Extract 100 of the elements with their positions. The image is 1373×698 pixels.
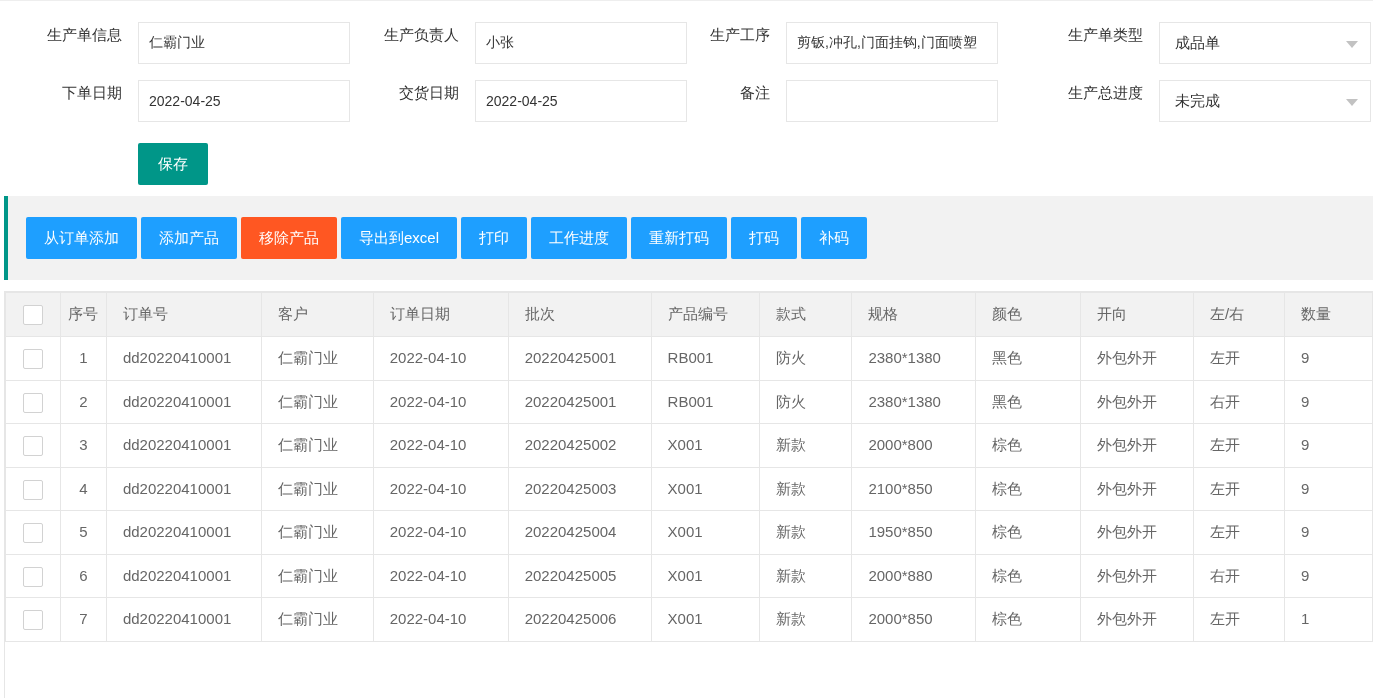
table-cell: 左开	[1193, 597, 1285, 641]
toolbar-button[interactable]: 打码	[731, 217, 798, 259]
table-cell: 棕色	[975, 597, 1081, 641]
table-cell: X001	[651, 510, 760, 554]
table-cell: 仁霸门业	[261, 380, 374, 424]
column-header: 开向	[1080, 292, 1194, 337]
toolbar-button[interactable]: 打印	[461, 217, 528, 259]
toolbar-button[interactable]: 导出到excel	[341, 217, 458, 259]
table-cell: 9	[1284, 336, 1373, 380]
column-header: 订单日期	[373, 292, 509, 337]
checkbox[interactable]	[22, 305, 43, 326]
table-cell: 右开	[1193, 554, 1285, 598]
table-cell: 20220425006	[508, 597, 652, 641]
table-cell: 2000*850	[851, 597, 976, 641]
table-cell: 左开	[1193, 336, 1285, 380]
table-cell: X001	[651, 423, 760, 467]
table-cell: 20220425001	[508, 336, 652, 380]
table-cell: 黑色	[975, 336, 1081, 380]
table-cell: RB001	[651, 380, 760, 424]
toolbar-button[interactable]: 移除产品	[241, 217, 337, 259]
table-cell: 2380*1380	[851, 380, 976, 424]
column-header: 客户	[261, 292, 374, 337]
toolbar-button[interactable]: 重新打码	[631, 217, 728, 259]
select-field[interactable]: 成品单	[1159, 22, 1371, 64]
field-label: 备注	[739, 83, 771, 103]
checkbox[interactable]	[22, 349, 43, 370]
input-field[interactable]: 仁霸门业	[138, 22, 350, 64]
caret-icon	[1346, 41, 1358, 48]
table-cell: 左开	[1193, 423, 1285, 467]
table-cell: 左开	[1193, 467, 1285, 511]
checkbox[interactable]	[22, 479, 43, 500]
table-cell: 棕色	[975, 423, 1081, 467]
table-cell: 外包外开	[1080, 467, 1194, 511]
table-cell: 外包外开	[1080, 597, 1194, 641]
toolbar-button[interactable]: 从订单添加	[26, 217, 137, 259]
table-cell: 棕色	[975, 510, 1081, 554]
input-field[interactable]: 2022-04-25	[475, 80, 687, 122]
field-label: 交货日期	[398, 83, 460, 103]
column-header: 批次	[508, 292, 652, 337]
table-cell: 6	[60, 554, 107, 598]
table-cell: 2022-04-10	[373, 423, 509, 467]
table-cell: 2022-04-10	[373, 467, 509, 511]
input-field[interactable]	[786, 80, 998, 122]
table-cell: 防火	[760, 336, 852, 380]
table-cell: 外包外开	[1080, 423, 1194, 467]
table-cell: 20220425002	[508, 423, 652, 467]
table-cell: 9	[1284, 554, 1373, 598]
table-cell: 新款	[760, 597, 852, 641]
table-cell: 20220425003	[508, 467, 652, 511]
toolbar-button[interactable]: 添加产品	[141, 217, 237, 259]
table-cell: 棕色	[975, 467, 1081, 511]
checkbox[interactable]	[22, 523, 43, 544]
save-button[interactable]: 保存	[138, 143, 208, 185]
table-cell: dd20220410001	[106, 467, 262, 511]
table-cell: 2022-04-10	[373, 597, 509, 641]
table-cell: 2022-04-10	[373, 510, 509, 554]
column-header: 左/右	[1193, 292, 1285, 337]
checkbox[interactable]	[22, 436, 43, 457]
table-cell: 20220425005	[508, 554, 652, 598]
table-cell: RB001	[651, 336, 760, 380]
table-cell: 2022-04-10	[373, 380, 509, 424]
input-field[interactable]: 剪钣,冲孔,门面挂钩,门面喷塑	[786, 22, 998, 64]
table-cell: 2022-04-10	[373, 554, 509, 598]
checkbox[interactable]	[22, 392, 43, 413]
table-cell: X001	[651, 554, 760, 598]
table-cell: 9	[1284, 380, 1373, 424]
table-cell: 新款	[760, 554, 852, 598]
checkbox[interactable]	[22, 610, 43, 631]
select-field[interactable]: 未完成	[1159, 80, 1371, 122]
field-label: 生产单信息	[46, 25, 123, 45]
table-cell: 左开	[1193, 510, 1285, 554]
table-cell: 9	[1284, 467, 1373, 511]
table-cell: dd20220410001	[106, 336, 262, 380]
toolbar-button[interactable]: 工作进度	[531, 217, 628, 259]
table-cell: dd20220410001	[106, 380, 262, 424]
table-cell: 外包外开	[1080, 380, 1194, 424]
input-field[interactable]: 小张	[475, 22, 687, 64]
table-cell: 3	[60, 423, 107, 467]
field-label: 生产工序	[709, 25, 771, 45]
table-cell: dd20220410001	[106, 554, 262, 598]
table-cell: 9	[1284, 510, 1373, 554]
table-cell: 棕色	[975, 554, 1081, 598]
table-cell: 外包外开	[1080, 336, 1194, 380]
toolbar-button[interactable]: 补码	[801, 217, 868, 259]
column-header: 颜色	[975, 292, 1081, 337]
table-cell: 新款	[760, 510, 852, 554]
table-cell: 新款	[760, 467, 852, 511]
column-header: 规格	[851, 292, 976, 337]
table-cell: 仁霸门业	[261, 423, 374, 467]
table-cell: 黑色	[975, 380, 1081, 424]
table-cell: 新款	[760, 423, 852, 467]
caret-icon	[1346, 99, 1358, 106]
input-field[interactable]: 2022-04-25	[138, 80, 350, 122]
table-cell: 5	[60, 510, 107, 554]
table-cell: 仁霸门业	[261, 336, 374, 380]
column-header: 产品编号	[651, 292, 760, 337]
table-cell: 1	[60, 336, 107, 380]
checkbox[interactable]	[22, 566, 43, 587]
table-cell: dd20220410001	[106, 597, 262, 641]
table-cell: 1	[1284, 597, 1373, 641]
